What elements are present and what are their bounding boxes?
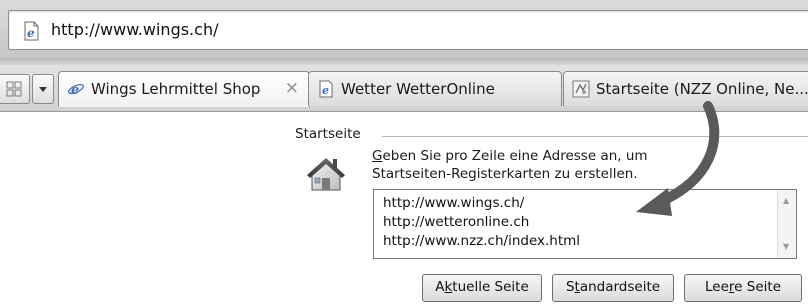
ie-page-icon: e bbox=[319, 80, 333, 98]
homepage-description: Geben Sie pro Zeile eine Adresse an, um … bbox=[372, 147, 648, 183]
nzz-favicon-icon bbox=[572, 80, 590, 98]
group-title: Startseite bbox=[295, 126, 361, 142]
description-line-1: Geben Sie pro Zeile eine Adresse an, um bbox=[372, 147, 648, 165]
group-divider bbox=[382, 136, 808, 137]
address-url: http://www.wings.ch/ bbox=[51, 20, 219, 39]
url-line: http://www.wings.ch/ bbox=[383, 195, 525, 211]
button-label-part: S bbox=[565, 279, 575, 295]
toolbar-separator bbox=[0, 58, 808, 65]
quick-tabs-button[interactable] bbox=[0, 74, 30, 104]
scroll-down-icon[interactable]: ▼ bbox=[783, 242, 789, 251]
button-label: Aktuelle Seite bbox=[435, 279, 529, 295]
chevron-down-icon bbox=[39, 87, 47, 92]
tab-label: Wings Lehrmittel Shop bbox=[91, 80, 261, 98]
tab-wings[interactable]: e Wings Lehrmittel Shop × bbox=[58, 71, 310, 107]
url-line: http://wetteronline.ch bbox=[383, 214, 530, 230]
button-label-part: Lee bbox=[705, 279, 729, 295]
close-icon[interactable]: × bbox=[285, 78, 299, 98]
default-page-button[interactable]: Standardseite bbox=[552, 274, 674, 302]
address-bar[interactable]: e http://www.wings.ch/ bbox=[8, 10, 808, 50]
button-label-part: tuelle Seite bbox=[452, 279, 529, 295]
tab-label: Startseite (NZZ Online, Ne... bbox=[596, 80, 808, 98]
svg-text:e: e bbox=[322, 84, 329, 97]
current-page-button[interactable]: Aktuelle Seite bbox=[422, 274, 542, 302]
button-label: Leere Seite bbox=[705, 279, 781, 295]
quick-tabs-icon bbox=[6, 81, 22, 97]
button-label-part: e Seite bbox=[734, 279, 781, 295]
button-label: Standardseite bbox=[566, 279, 660, 295]
button-label-part: andardseite bbox=[579, 279, 661, 295]
homepage-urls-textarea[interactable]: http://www.wings.ch/ http://wetteronline… bbox=[373, 189, 797, 259]
address-bar-strip: e http://www.wings.ch/ bbox=[0, 0, 808, 58]
tab-label: Wetter WetterOnline bbox=[341, 80, 495, 98]
ie-page-icon: e bbox=[68, 83, 84, 98]
description-line-1-text: Geben Sie pro Zeile eine Adresse an, um bbox=[372, 148, 648, 164]
url-line: http://www.nzz.ch/index.html bbox=[383, 233, 581, 249]
svg-text:e: e bbox=[71, 83, 79, 98]
svg-text:e: e bbox=[27, 26, 35, 40]
description-line-2: Startseiten-Registerkarten zu erstellen. bbox=[372, 166, 638, 182]
tab-wetteronline[interactable]: e Wetter WetterOnline bbox=[308, 71, 562, 106]
home-icon bbox=[307, 158, 345, 191]
tab-list-dropdown[interactable] bbox=[32, 74, 54, 104]
textarea-scrollbar[interactable]: ▲ ▼ bbox=[777, 190, 796, 258]
blank-page-button[interactable]: Leere Seite bbox=[684, 274, 802, 302]
scroll-up-icon[interactable]: ▲ bbox=[783, 196, 789, 205]
curved-arrow-icon bbox=[636, 101, 720, 216]
ie-page-icon: e bbox=[24, 21, 39, 41]
